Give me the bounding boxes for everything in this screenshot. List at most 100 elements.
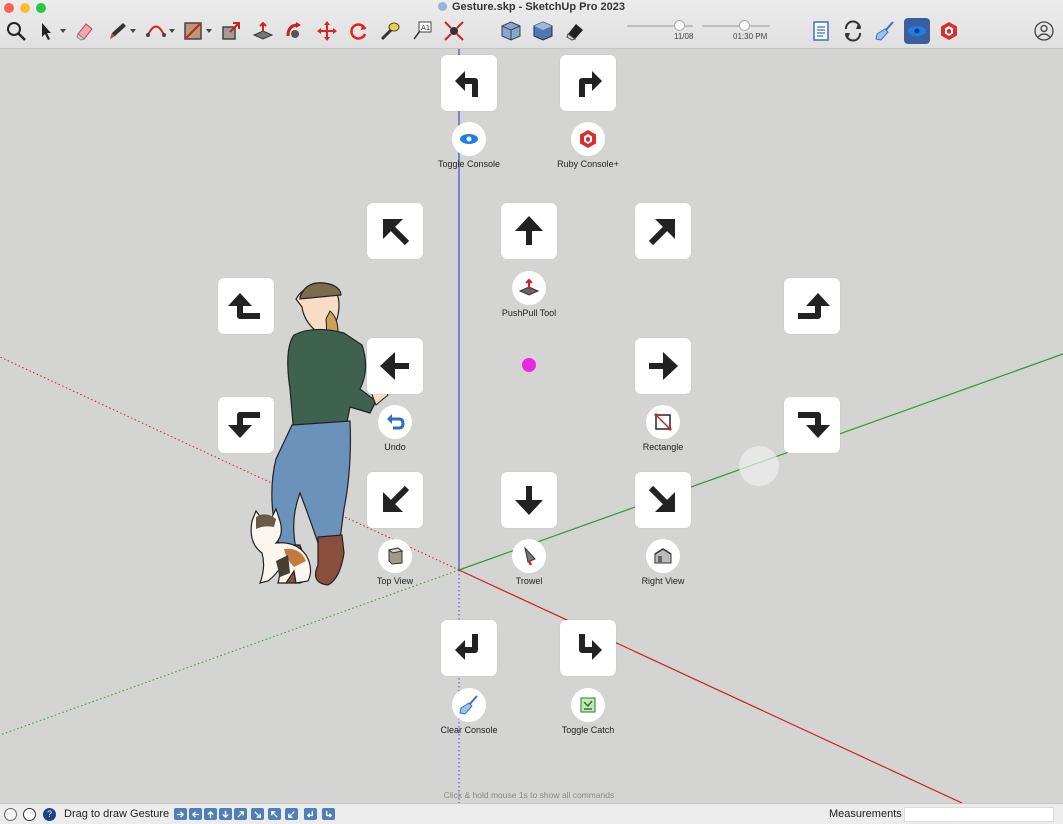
gesture-up-right[interactable]: [635, 203, 691, 259]
credits-icon[interactable]: [23, 808, 36, 821]
gesture-up-left-turn[interactable]: [441, 55, 497, 111]
search-icon[interactable]: [3, 18, 29, 44]
gesture-up[interactable]: [501, 203, 557, 259]
pushpull-icon[interactable]: [250, 18, 276, 44]
date-slider-knob[interactable]: [674, 20, 685, 31]
measurements-label: Measurements: [829, 808, 902, 820]
gesture-down[interactable]: [501, 472, 557, 528]
text-label-icon[interactable]: A1: [409, 18, 435, 44]
arrow-down-turn-right-icon: [579, 634, 602, 660]
top-view-icon[interactable]: [530, 18, 556, 44]
arrow-right-down-turn-icon: [798, 412, 830, 438]
iso-view-icon[interactable]: [498, 18, 524, 44]
mini-arrow-left-icon: [189, 808, 202, 820]
command-trowel[interactable]: Trowel: [474, 539, 584, 586]
gesture-down-right-turn[interactable]: [560, 620, 616, 676]
command-toggle-catch[interactable]: Toggle Catch: [533, 688, 643, 735]
gesture-down-left[interactable]: [367, 472, 423, 528]
eye-toggle-icon[interactable]: [904, 18, 930, 44]
time-slider-knob[interactable]: [739, 20, 750, 31]
arrow-up-left-icon: [383, 219, 410, 246]
window-title: Gesture.skp - SketchUp Pro 2023: [0, 1, 1063, 13]
arrow-down-turn-left-icon: [455, 634, 478, 660]
rotate-icon[interactable]: [345, 18, 371, 44]
arrow-up-icon: [515, 216, 543, 245]
time-slider-track[interactable]: [702, 25, 770, 27]
status-text: Drag to draw Gesture: [64, 808, 170, 820]
command-label: Rectangle: [642, 442, 684, 452]
mini-arrow-down-right-icon: [251, 808, 264, 820]
command-label: Toggle Console: [437, 159, 501, 169]
document-icon: [437, 2, 447, 11]
arrow-down-right-icon: [648, 485, 675, 512]
command-label: Undo: [384, 442, 406, 452]
modeling-viewport[interactable]: Toggle Console Ruby Console+ PushPull To…: [0, 49, 1063, 803]
report-icon[interactable]: [808, 18, 834, 44]
gesture-down-right[interactable]: [635, 472, 691, 528]
move-icon[interactable]: [314, 18, 340, 44]
red-axis: [458, 569, 963, 803]
mini-arrow-turn-left-icon: [304, 808, 317, 820]
gesture-left-then-down-right[interactable]: [784, 397, 840, 453]
arc-dropdown-caret[interactable]: [169, 29, 175, 33]
follow-me-icon[interactable]: [282, 18, 308, 44]
ruby-console-icon[interactable]: [936, 18, 962, 44]
gesture-up-right-turn[interactable]: [560, 55, 616, 111]
gesture-down-left-turn[interactable]: [441, 620, 497, 676]
gesture-left-then-up-right[interactable]: [784, 278, 840, 334]
command-label: Right View: [641, 576, 685, 586]
command-clear-console[interactable]: Clear Console: [414, 688, 524, 735]
arrow-down-left-icon: [383, 485, 410, 512]
arrow-left-down-turn-icon: [228, 412, 260, 438]
pencil-icon[interactable]: [105, 18, 131, 44]
gesture-hint-text: Click & hold mouse 1s to show all comman…: [443, 790, 615, 800]
mini-arrow-up-icon: [204, 808, 217, 820]
command-label: Ruby Console+: [557, 159, 619, 169]
gesture-left[interactable]: [367, 338, 423, 394]
arrow-up-turn-left-icon: [455, 71, 478, 97]
status-bar: ? Drag to draw Gesture Measurements: [0, 803, 1063, 824]
geolocation-icon[interactable]: [4, 808, 17, 821]
command-rectangle[interactable]: Rectangle: [608, 405, 718, 452]
eye-icon: [460, 134, 478, 144]
command-label: PushPull Tool: [501, 308, 557, 318]
zoom-extents-icon[interactable]: [441, 18, 467, 44]
tape-measure-icon[interactable]: [377, 18, 403, 44]
refresh-icon[interactable]: [840, 18, 866, 44]
mini-arrow-turn-right-icon: [322, 808, 335, 820]
help-icon[interactable]: ?: [43, 808, 56, 821]
gesture-up-left[interactable]: [367, 203, 423, 259]
trowel-icon: [524, 546, 536, 566]
eraser-icon[interactable]: [72, 18, 98, 44]
arrow-left-up-turn-icon: [228, 293, 260, 319]
pushpull-icon: [518, 278, 540, 296]
rectangle-dropdown-caret[interactable]: [206, 29, 212, 33]
gesture-right-then-down-left[interactable]: [218, 397, 274, 453]
scale-icon[interactable]: [218, 18, 244, 44]
account-icon[interactable]: [1031, 18, 1057, 44]
date-value: 11/08: [674, 32, 694, 41]
gesture-right-then-up-left[interactable]: [218, 278, 274, 334]
eraser-shadow-icon[interactable]: [562, 18, 588, 44]
command-ruby-console-plus[interactable]: Ruby Console+: [533, 122, 643, 169]
catch-icon: [580, 697, 596, 713]
command-label: Toggle Catch: [561, 725, 615, 735]
command-toggle-console[interactable]: Toggle Console: [414, 122, 524, 169]
measurements-input[interactable]: [904, 807, 1054, 822]
gesture-origin-dot: [522, 358, 536, 372]
command-top-view[interactable]: Top View: [340, 539, 450, 586]
green-axis-negative: [0, 569, 460, 736]
select-arrow-icon[interactable]: [33, 18, 59, 44]
cursor-halo: [739, 446, 779, 486]
select-dropdown-caret[interactable]: [60, 29, 66, 33]
broom-icon[interactable]: [872, 18, 898, 44]
command-undo[interactable]: Undo: [340, 405, 450, 452]
rectangle-fill-icon[interactable]: [180, 18, 206, 44]
command-pushpull-tool[interactable]: PushPull Tool: [474, 271, 584, 318]
pencil-dropdown-caret[interactable]: [130, 29, 136, 33]
arrow-up-turn-right-icon: [579, 71, 602, 97]
gesture-right[interactable]: [635, 338, 691, 394]
command-label: Top View: [376, 576, 414, 586]
command-right-view[interactable]: Right View: [608, 539, 718, 586]
arc-icon[interactable]: [143, 18, 169, 44]
